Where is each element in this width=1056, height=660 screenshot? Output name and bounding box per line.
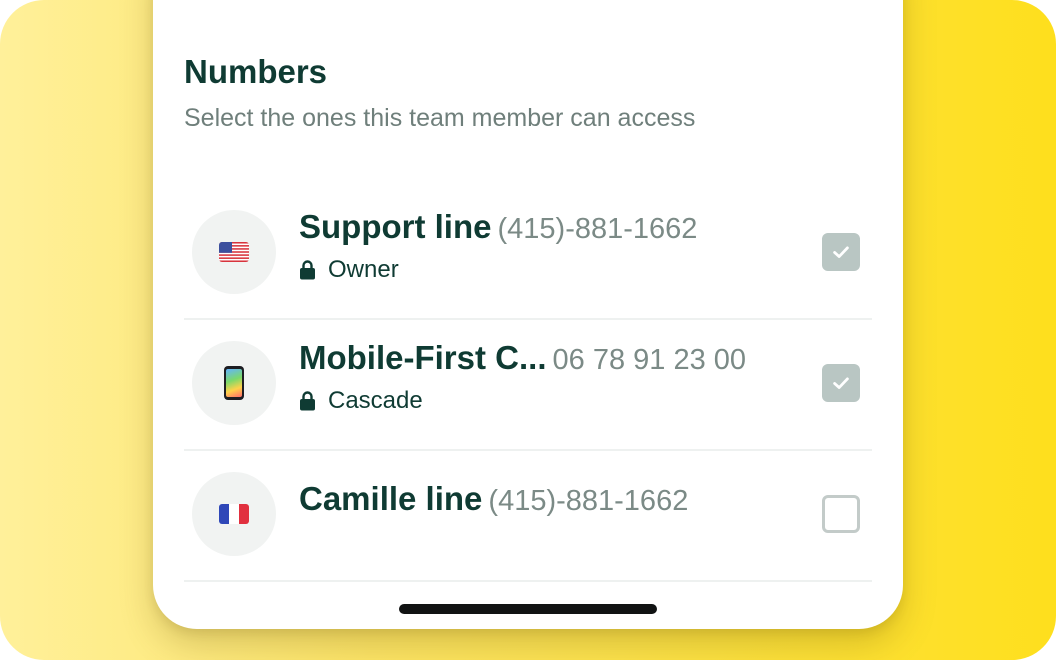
number-row-camille-line[interactable]: Camille line (415)-881-1662 <box>184 450 872 582</box>
checkmark-icon <box>833 377 849 389</box>
number-row-support-line[interactable]: Support line (415)-881-1662 Owner <box>184 188 872 320</box>
france-flag-icon <box>219 504 249 524</box>
line-name: Mobile-First C... 06 78 91 23 00 <box>299 341 746 375</box>
line-phone-number: (415)-881-1662 <box>488 485 689 517</box>
lock-icon <box>300 260 315 280</box>
lock-icon <box>300 391 315 411</box>
section-title: Numbers <box>184 53 328 90</box>
line-name: Support line (415)-881-1662 <box>299 210 697 244</box>
phone-frame: Numbers Select the ones this team member… <box>153 0 903 629</box>
line-name-text: Support line <box>299 208 492 245</box>
line-owner-text: Owner <box>328 256 399 283</box>
line-checkbox-unchecked[interactable] <box>822 495 860 533</box>
line-phone-number: 06 78 91 23 00 <box>552 344 747 376</box>
checkmark-icon <box>833 246 849 258</box>
section-subtitle: Select the ones this team member can acc… <box>184 104 696 132</box>
line-avatar <box>192 341 276 425</box>
us-flag-icon <box>219 242 249 262</box>
line-name: Camille line (415)-881-1662 <box>299 482 688 516</box>
line-name-text: Camille line <box>299 480 483 517</box>
line-name-text: Mobile-First C... <box>299 339 547 376</box>
line-checkbox-checked[interactable] <box>822 364 860 402</box>
line-checkbox-checked[interactable] <box>822 233 860 271</box>
line-avatar <box>192 472 276 556</box>
mobile-phone-icon <box>224 366 244 400</box>
home-indicator <box>399 604 657 614</box>
line-avatar <box>192 210 276 294</box>
line-owner: Owner <box>299 258 399 282</box>
background-panel: Numbers Select the ones this team member… <box>0 0 1056 660</box>
line-phone-number: (415)-881-1662 <box>497 213 698 245</box>
number-row-mobile-first[interactable]: Mobile-First C... 06 78 91 23 00 Cascade <box>184 319 872 451</box>
line-owner-text: Cascade <box>328 387 423 414</box>
line-owner: Cascade <box>299 389 423 413</box>
